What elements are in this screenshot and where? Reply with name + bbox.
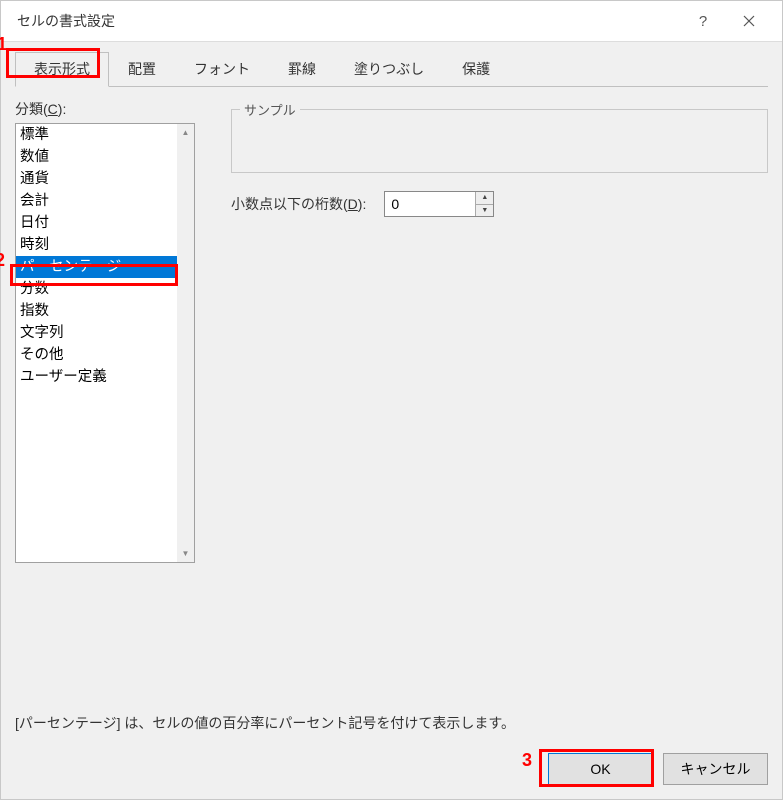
category-listbox[interactable]: 標準数値通貨会計日付時刻パーセンテージ分数指数文字列その他ユーザー定義 ▲ ▼: [15, 123, 195, 563]
left-column: 分類(C): 標準数値通貨会計日付時刻パーセンテージ分数指数文字列その他ユーザー…: [15, 99, 215, 693]
callout-3: 3: [522, 750, 532, 771]
decimal-places-row: 小数点以下の桁数(D): ▲ ▼: [231, 191, 768, 217]
callout-2: 2: [0, 250, 5, 271]
category-item[interactable]: 会計: [16, 190, 177, 212]
category-item[interactable]: パーセンテージ: [16, 256, 177, 278]
dialog-button-row: OK キャンセル: [15, 733, 768, 785]
tab-5[interactable]: 保護: [443, 52, 509, 86]
decimal-places-label: 小数点以下の桁数(D):: [231, 194, 366, 214]
spinner-up-button[interactable]: ▲: [476, 192, 493, 205]
format-cells-dialog: セルの書式設定 ? 表示形式配置フォント罫線塗りつぶし保護 分類(C): 標準数…: [0, 0, 783, 800]
category-item[interactable]: 分数: [16, 278, 177, 300]
titlebar: セルの書式設定 ?: [1, 1, 782, 41]
tab-1[interactable]: 配置: [109, 52, 175, 86]
tab-4[interactable]: 塗りつぶし: [335, 52, 443, 86]
category-item[interactable]: 数値: [16, 146, 177, 168]
decimal-places-input[interactable]: [385, 192, 475, 216]
scroll-down-button[interactable]: ▼: [177, 545, 194, 562]
close-icon: [743, 15, 755, 27]
category-label: 分類(C):: [15, 99, 215, 119]
spinner-down-button[interactable]: ▼: [476, 205, 493, 217]
close-button[interactable]: [726, 1, 772, 41]
category-item[interactable]: 標準: [16, 124, 177, 146]
ok-button[interactable]: OK: [548, 753, 653, 785]
sample-legend: サンプル: [240, 100, 300, 119]
cancel-button[interactable]: キャンセル: [663, 753, 768, 785]
tab-3[interactable]: 罫線: [269, 52, 335, 86]
tab-0[interactable]: 表示形式: [15, 52, 109, 87]
category-item[interactable]: その他: [16, 344, 177, 366]
category-item[interactable]: 通貨: [16, 168, 177, 190]
category-item[interactable]: 指数: [16, 300, 177, 322]
sample-groupbox: サンプル: [231, 109, 768, 173]
format-description: [パーセンテージ] は、セルの値の百分率にパーセント記号を付けて表示します。: [15, 713, 768, 733]
dialog-content: 表示形式配置フォント罫線塗りつぶし保護 分類(C): 標準数値通貨会計日付時刻パ…: [1, 41, 782, 799]
callout-1: 1: [0, 34, 7, 55]
scroll-up-button[interactable]: ▲: [177, 124, 194, 141]
tab-row: 表示形式配置フォント罫線塗りつぶし保護: [15, 52, 768, 87]
spinner-buttons: ▲ ▼: [475, 192, 493, 216]
window-title: セルの書式設定: [11, 11, 680, 31]
scrollbar[interactable]: ▲ ▼: [177, 124, 194, 562]
right-column: サンプル 小数点以下の桁数(D): ▲ ▼: [215, 99, 768, 693]
tab-body: 分類(C): 標準数値通貨会計日付時刻パーセンテージ分数指数文字列その他ユーザー…: [15, 87, 768, 693]
category-item[interactable]: ユーザー定義: [16, 366, 177, 388]
tab-2[interactable]: フォント: [175, 52, 269, 86]
help-button[interactable]: ?: [680, 1, 726, 41]
category-item[interactable]: 日付: [16, 212, 177, 234]
category-item[interactable]: 時刻: [16, 234, 177, 256]
category-item[interactable]: 文字列: [16, 322, 177, 344]
decimal-places-spinner[interactable]: ▲ ▼: [384, 191, 494, 217]
